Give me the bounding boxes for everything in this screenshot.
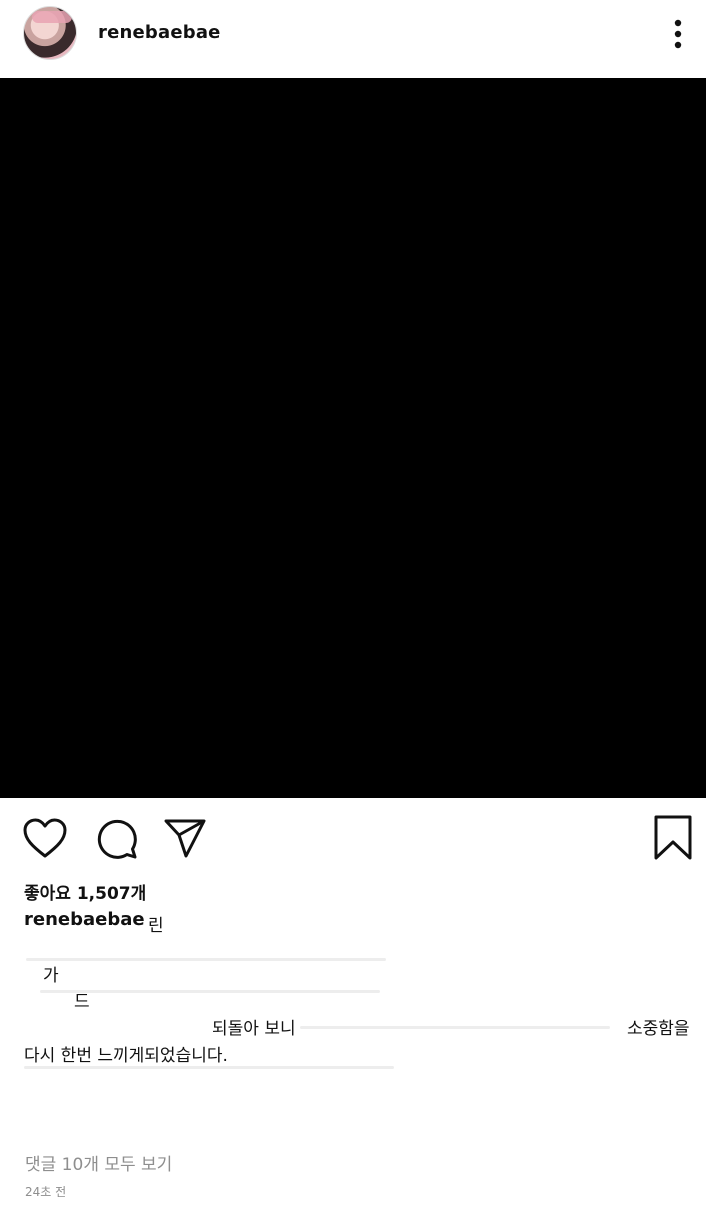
caption-text: 소중함을 [627, 1019, 690, 1039]
bookmark-icon[interactable] [652, 814, 694, 862]
caption-faint-line [26, 958, 386, 961]
caption-faint-line [300, 1026, 610, 1029]
post-header: renebaebae [0, 0, 706, 78]
caption-faint-line [24, 1066, 394, 1069]
post-image[interactable] [0, 78, 706, 798]
caption-text: 드 [74, 992, 90, 1012]
post-timestamp: 24초 전 [25, 1185, 67, 1199]
view-all-comments-link[interactable]: 댓글 10개 모두 보기 [25, 1150, 172, 1175]
send-icon[interactable] [162, 816, 208, 862]
caption-faint-line [40, 990, 380, 993]
caption-username[interactable]: renebaebae [24, 909, 145, 930]
more-options-icon[interactable] [666, 17, 690, 51]
avatar[interactable] [23, 6, 77, 60]
header-username[interactable]: renebaebae [98, 22, 221, 43]
caption-text: 가 [43, 966, 59, 986]
caption-text: 다시 한번 느끼게되었습니다. [24, 1046, 228, 1066]
comment-icon[interactable] [94, 816, 140, 862]
caption-text: 린 [148, 916, 164, 936]
like-count[interactable]: 좋아요 1,507개 [24, 879, 146, 904]
caption-text: 되돌아 보니 [212, 1019, 296, 1039]
heart-icon[interactable] [22, 816, 68, 862]
action-bar [0, 798, 706, 878]
